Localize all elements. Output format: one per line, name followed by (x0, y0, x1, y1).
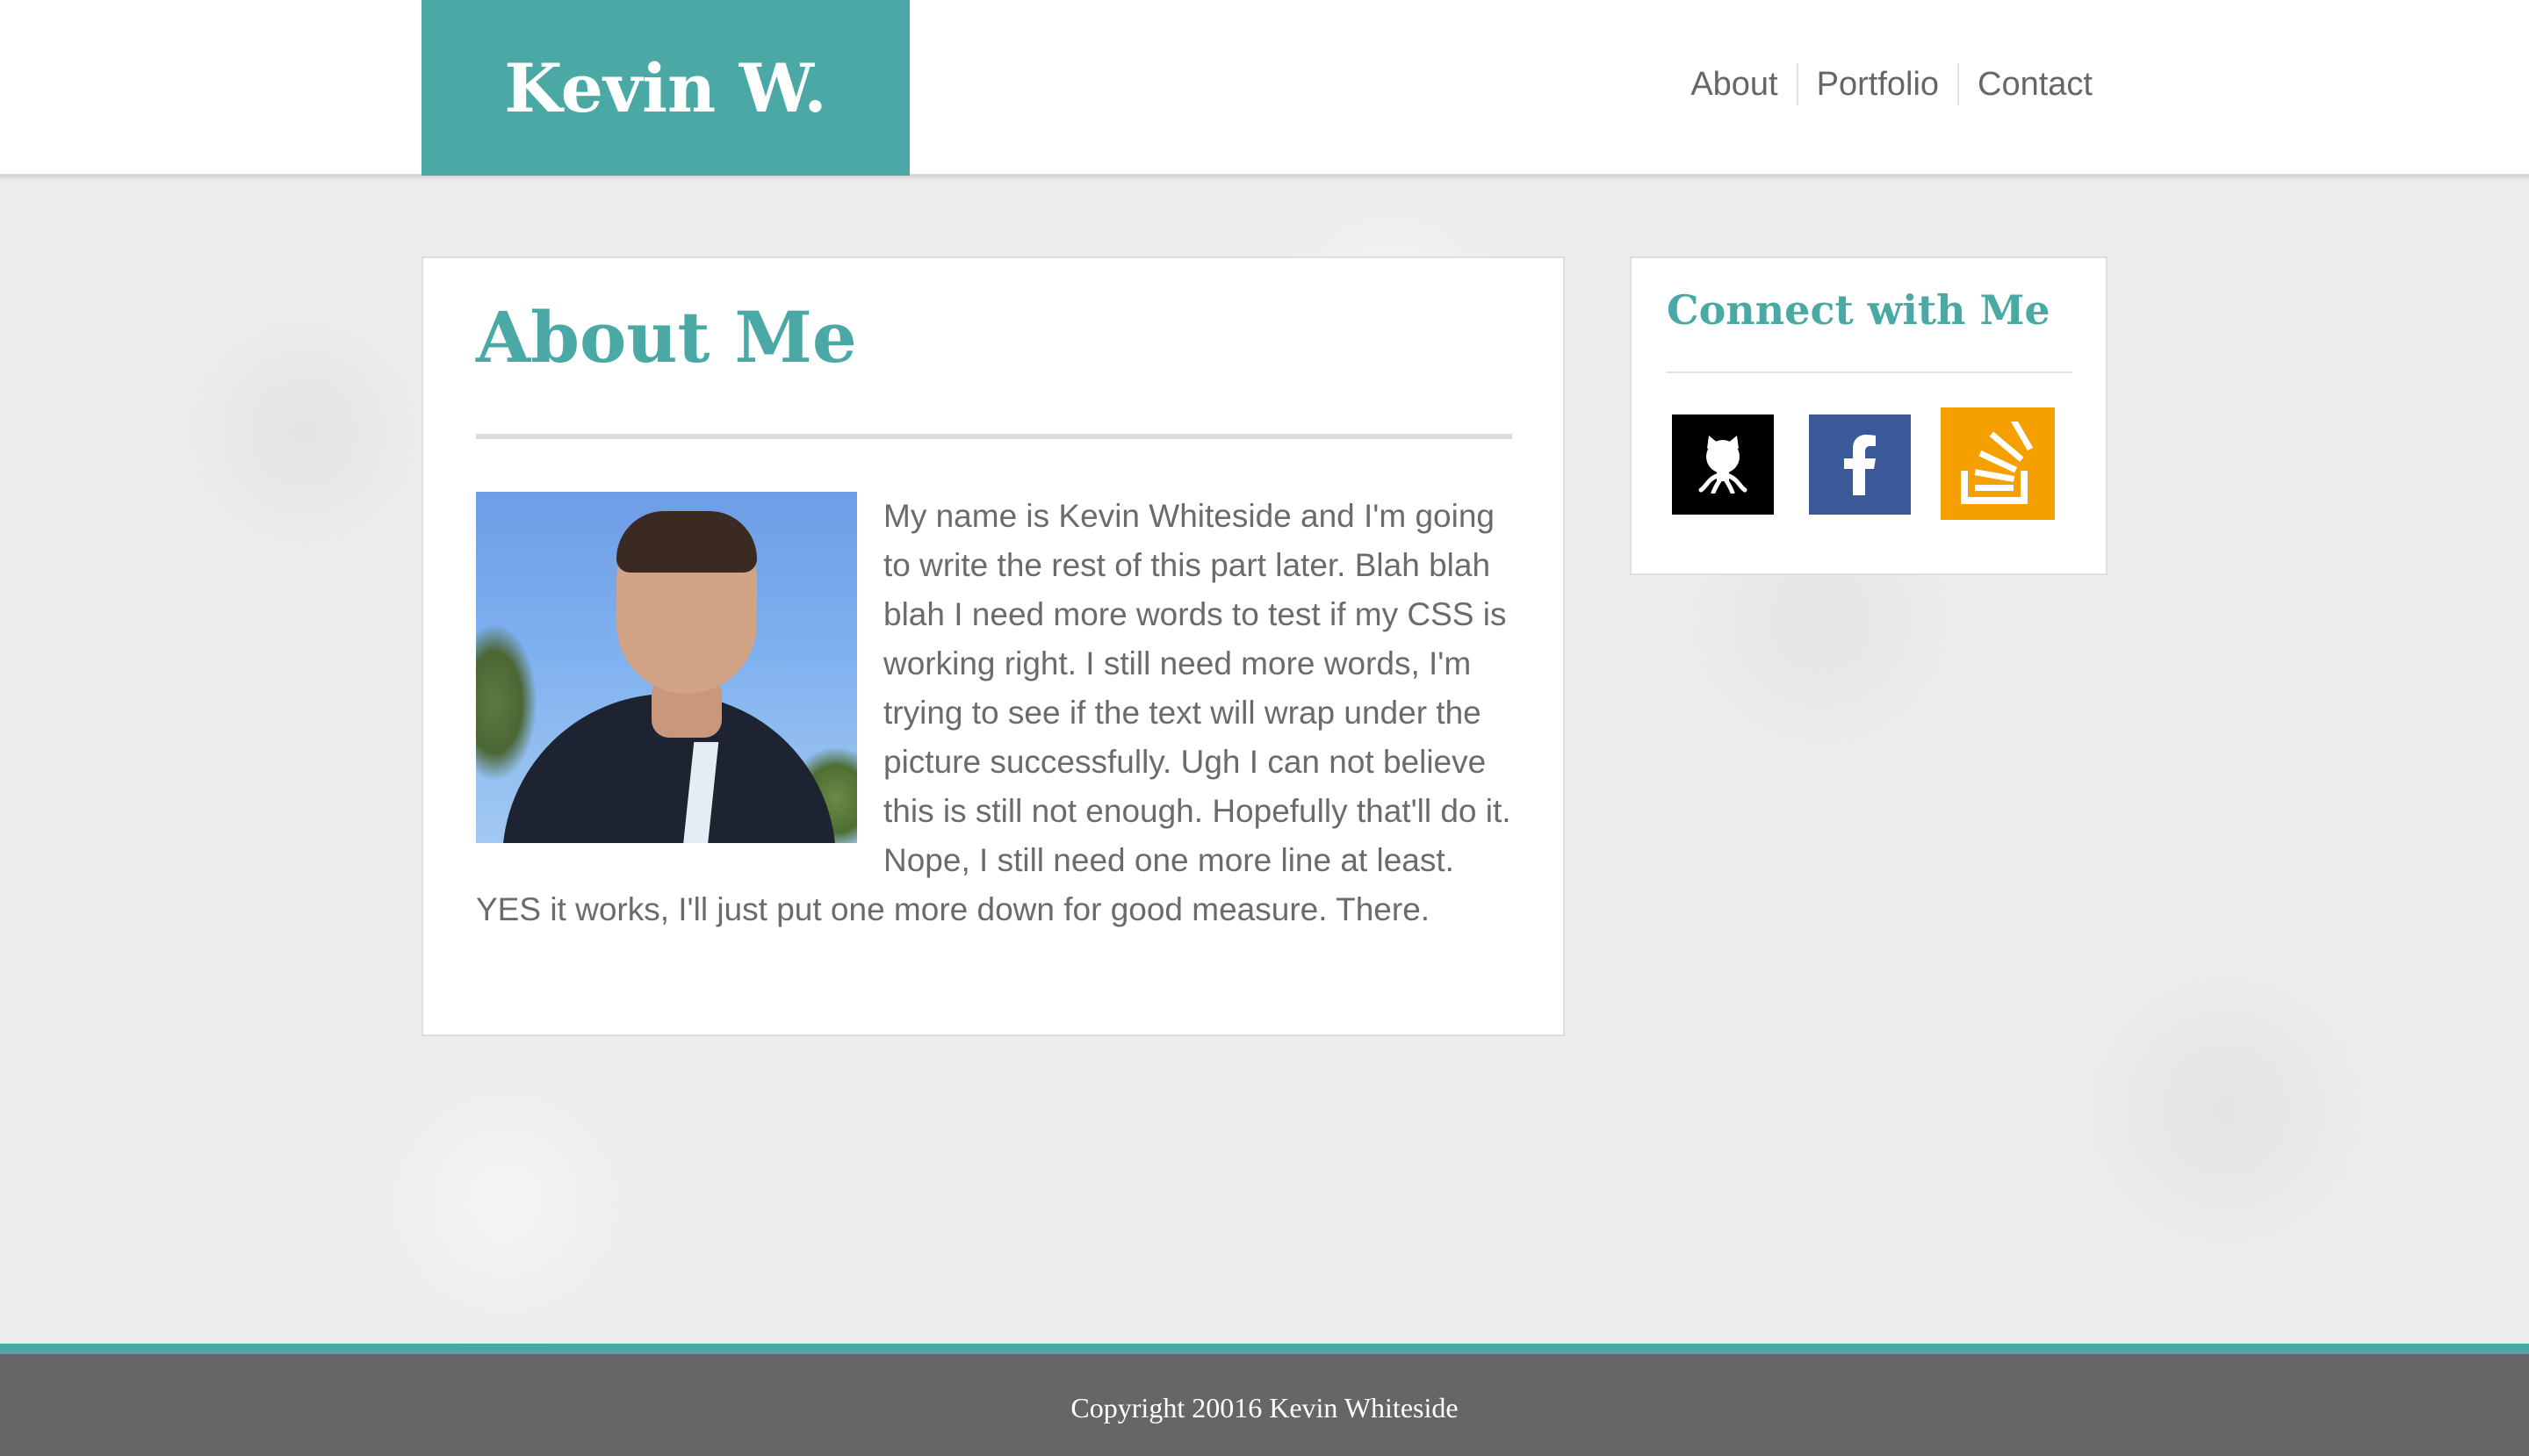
github-link[interactable] (1672, 414, 1774, 515)
site-footer: Copyright 20016 Kevin Whiteside (0, 1344, 2529, 1456)
about-card: About Me My name is Kevin Whiteside and … (422, 256, 1565, 1036)
facebook-f-icon (1844, 435, 1876, 495)
connect-card: Connect with Me (1630, 256, 2108, 575)
connect-divider (1667, 371, 2072, 373)
main-nav: About Portfolio Contact (1672, 63, 2093, 105)
profile-photo (476, 492, 857, 843)
copyright-text: Copyright 20016 Kevin Whiteside (1070, 1391, 1459, 1424)
title-divider (476, 434, 1512, 439)
photo-trees-left (476, 623, 537, 782)
nav-link-contact[interactable]: Contact (1957, 63, 2093, 105)
site-header: Kevin W. About Portfolio Contact (0, 0, 2529, 177)
photo-hair (616, 511, 757, 573)
site-logo-link[interactable]: Kevin W. (422, 0, 910, 176)
github-octocat-icon (1698, 436, 1747, 494)
stackoverflow-link[interactable] (1941, 407, 2055, 520)
nav-link-portfolio[interactable]: Portfolio (1796, 63, 1957, 105)
site-brand-name: Kevin W. (504, 48, 827, 127)
stackoverflow-icon (1961, 422, 2034, 504)
nav-link-about[interactable]: About (1672, 63, 1796, 105)
connect-title: Connect with Me (1667, 286, 2050, 334)
about-content: My name is Kevin Whiteside and I'm going… (476, 492, 1517, 934)
facebook-link[interactable] (1809, 414, 1911, 515)
page-title: About Me (476, 296, 857, 378)
